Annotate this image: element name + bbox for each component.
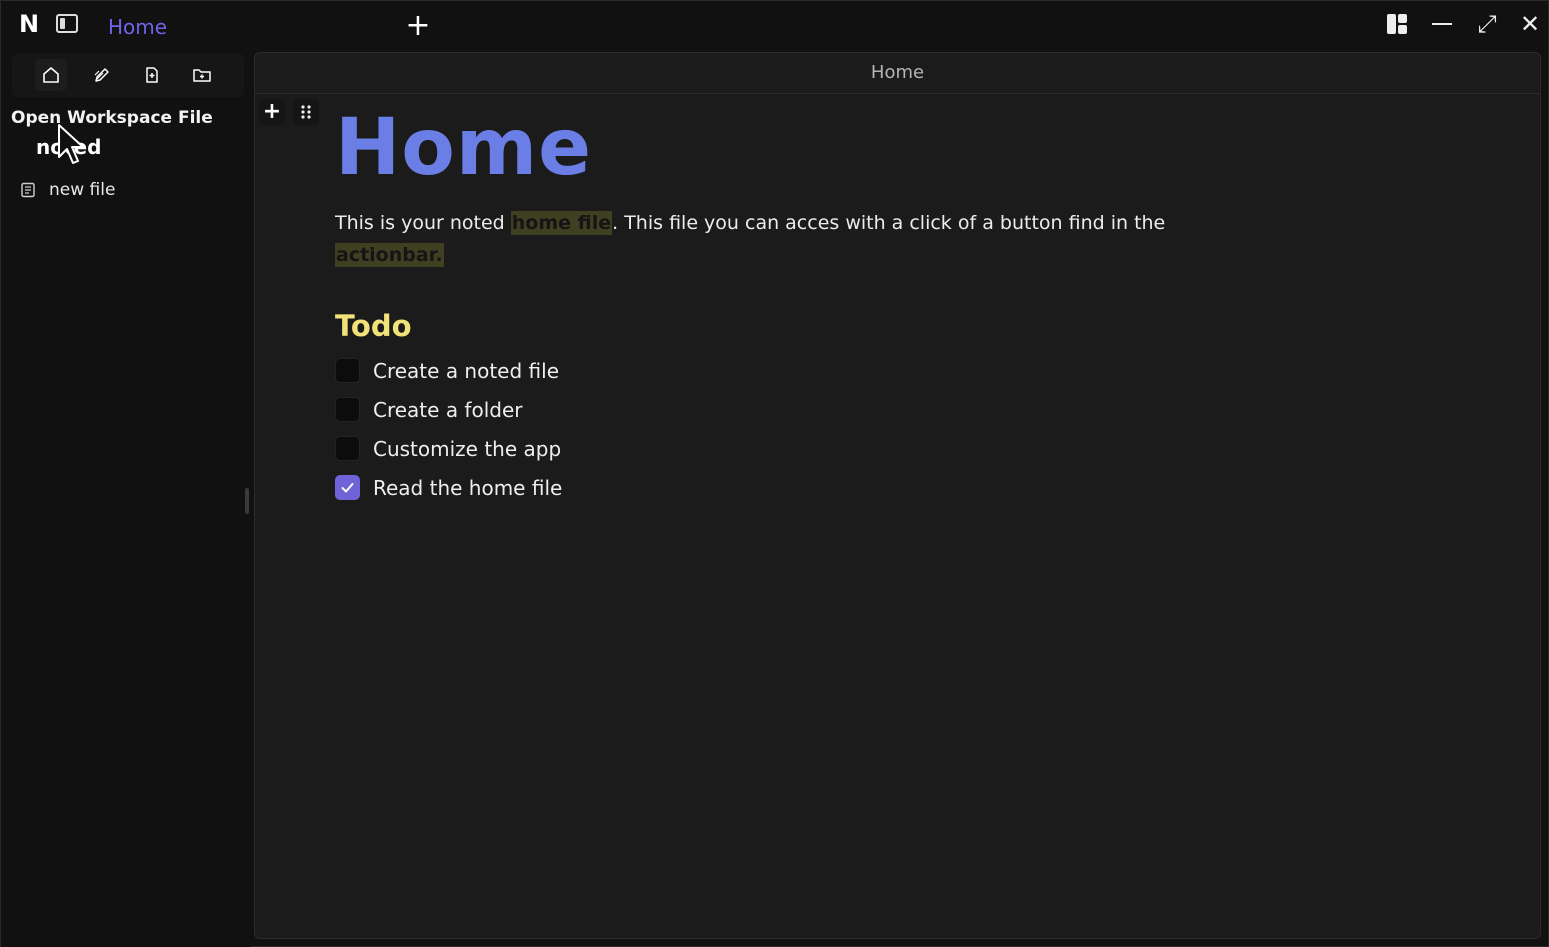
add-block-button[interactable]: + xyxy=(259,99,285,125)
layout-icon[interactable] xyxy=(1382,9,1412,39)
checkmark-icon xyxy=(341,483,354,493)
minimize-icon xyxy=(1432,23,1452,25)
todo-checkbox[interactable] xyxy=(335,397,360,422)
para-text-1: This is your noted xyxy=(335,212,511,234)
editor-pane: Home + Home This is your noted home file… xyxy=(254,52,1541,939)
home-button[interactable] xyxy=(35,59,67,91)
highlight-actionbar: actionbar. xyxy=(335,243,444,267)
todo-item: Create a noted file xyxy=(335,351,1235,390)
edit-button[interactable] xyxy=(86,59,118,91)
close-button[interactable]: ✕ xyxy=(1515,9,1545,39)
todo-checkbox-checked[interactable] xyxy=(335,475,360,500)
document-content[interactable]: Home This is your noted home file. This … xyxy=(335,103,1235,507)
intro-paragraph[interactable]: This is your noted home file. This file … xyxy=(335,207,1175,271)
title-bar: N Home + ⤢ ✕ xyxy=(1,1,1548,51)
file-name: new file xyxy=(49,180,116,200)
edit-icon xyxy=(94,68,109,82)
app-window: N Home + ⤢ ✕ Open Workspace File new fil… xyxy=(0,0,1549,947)
mouse-cursor-icon xyxy=(58,124,84,164)
maximize-button[interactable]: ⤢ xyxy=(1472,9,1502,39)
new-folder-icon xyxy=(193,69,211,82)
tab-home[interactable]: Home xyxy=(108,15,167,39)
drag-handle-icon xyxy=(301,105,311,119)
todo-label[interactable]: Create a noted file xyxy=(373,359,559,383)
actionbar xyxy=(12,53,244,97)
todo-list: Create a noted file Create a folder Cust… xyxy=(335,351,1235,507)
file-icon xyxy=(21,182,35,198)
home-icon xyxy=(43,67,59,83)
para-text-2: . This file you can acces with a click o… xyxy=(612,212,1166,234)
file-item[interactable]: new file xyxy=(19,177,239,203)
sidebar-toggle-icon[interactable] xyxy=(56,14,78,33)
tooltip: Open Workspace File xyxy=(11,108,213,128)
drag-handle[interactable] xyxy=(293,99,319,125)
todo-item: Customize the app xyxy=(335,429,1235,468)
todo-heading[interactable]: Todo xyxy=(335,309,1235,343)
sidebar-resize-handle[interactable] xyxy=(245,488,249,514)
new-tab-button[interactable]: + xyxy=(405,11,431,41)
highlight-home-file: home file xyxy=(510,211,613,235)
app-logo: N xyxy=(19,10,40,38)
document-title[interactable]: Home xyxy=(335,103,1235,193)
minimize-button[interactable] xyxy=(1427,9,1457,39)
new-file-icon xyxy=(146,67,158,83)
new-file-button[interactable] xyxy=(136,59,168,91)
todo-checkbox[interactable] xyxy=(335,436,360,461)
todo-label[interactable]: Create a folder xyxy=(373,398,522,422)
todo-label[interactable]: Customize the app xyxy=(373,437,561,461)
new-folder-button[interactable] xyxy=(186,59,218,91)
todo-checkbox[interactable] xyxy=(335,358,360,383)
todo-label[interactable]: Read the home file xyxy=(373,476,562,500)
sidebar: Open Workspace File noted new file xyxy=(1,51,251,947)
editor-header-title: Home xyxy=(255,53,1540,94)
todo-item: Create a folder xyxy=(335,390,1235,429)
todo-item: Read the home file xyxy=(335,468,1235,507)
